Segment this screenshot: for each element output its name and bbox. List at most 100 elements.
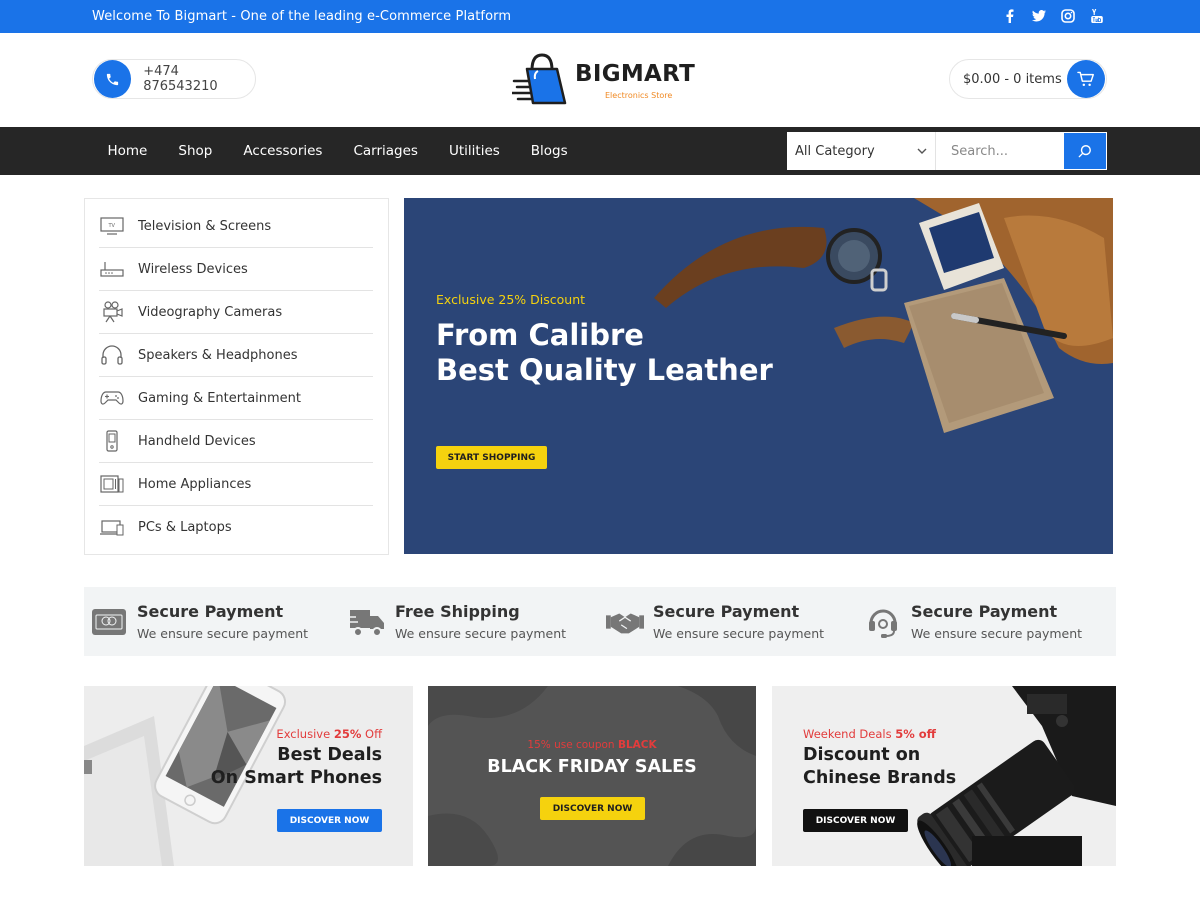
feature-title: Free Shipping: [395, 602, 520, 621]
nav-item-shop[interactable]: Shop: [163, 143, 228, 159]
handshake-icon: [606, 604, 644, 640]
promo-card-smartphones[interactable]: Exclusive 25% Off Best Deals On Smart Ph…: [84, 686, 413, 866]
feature-subtitle: We ensure secure payment: [395, 626, 567, 641]
sidebar-item-label: PCs & Laptops: [138, 520, 232, 535]
promo-title: Discount on Chinese Brands: [803, 744, 956, 790]
promo-eyebrow-pre: 15% use coupon: [527, 739, 618, 751]
phone-number: +474 876543210: [143, 64, 218, 94]
promo-eyebrow-highlight: BLACK: [617, 739, 657, 751]
facebook-icon[interactable]: [1003, 8, 1017, 24]
main-navigation: Home Shop Accessories Carriages Utilitie…: [0, 127, 1200, 175]
category-sidebar: TV Television & Screens Wireless Devices…: [84, 198, 389, 555]
support-headset-icon: [864, 604, 902, 640]
feature-title: Secure Payment: [653, 602, 800, 621]
credit-card-icon: [90, 604, 128, 640]
feature-item: Free Shipping We ensure secure payment: [342, 587, 592, 656]
search-button[interactable]: [1063, 132, 1107, 170]
search-input[interactable]: [936, 132, 1063, 170]
sidebar-item-label: Gaming & Entertainment: [138, 390, 302, 406]
start-shopping-button[interactable]: START SHOPPING: [436, 446, 547, 469]
promo-eyebrow: Exclusive 25% Off: [276, 727, 382, 741]
router-icon: [99, 258, 125, 280]
handheld-icon: [99, 430, 125, 452]
promo-title: BLACK FRIDAY SALES: [428, 756, 756, 779]
promo-title-line1: Best Deals: [277, 745, 382, 765]
sidebar-item-label: Handheld Devices: [138, 433, 256, 449]
sidebar-item-wireless[interactable]: Wireless Devices: [99, 248, 373, 291]
laptop-icon: [99, 517, 125, 539]
sidebar-item-gaming[interactable]: Gaming & Entertainment: [99, 377, 373, 420]
promo-title-line1: BLACK FRIDAY SALES: [487, 757, 697, 777]
sidebar-item-speakers[interactable]: Speakers & Headphones: [99, 334, 373, 377]
sidebar-item-television[interactable]: TV Television & Screens: [99, 205, 373, 248]
promo-card-chinese-brands[interactable]: Weekend Deals 5% off Discount on Chinese…: [772, 686, 1116, 866]
feature-item: Secure Payment We ensure secure payment: [84, 587, 334, 656]
video-camera-icon: [99, 301, 125, 323]
brand-tagline: Electronics Store: [605, 91, 673, 100]
hero-title-line1: From Calibre: [436, 318, 644, 352]
site-header: +474 876543210 BIGMART Electronics Store…: [0, 33, 1200, 127]
search-icon: [1078, 145, 1091, 158]
feature-title: Secure Payment: [911, 602, 1058, 621]
sidebar-item-label: Home Appliances: [138, 476, 252, 492]
youtube-icon[interactable]: [1090, 8, 1104, 24]
promo-eyebrow-highlight: 5% off: [895, 727, 936, 741]
cart-summary[interactable]: $0.00 - 0 items: [949, 59, 1107, 99]
sidebar-item-appliances[interactable]: Home Appliances: [99, 463, 373, 506]
sidebar-item-label: Speakers & Headphones: [138, 347, 298, 363]
sidebar-item-pcs[interactable]: PCs & Laptops: [99, 506, 373, 549]
appliance-icon: [99, 473, 125, 495]
category-select[interactable]: All Category: [787, 132, 936, 170]
phone-contact[interactable]: +474 876543210: [92, 59, 256, 99]
sidebar-item-handheld[interactable]: Handheld Devices: [99, 420, 373, 463]
discover-now-button[interactable]: DISCOVER NOW: [803, 809, 908, 832]
promo-title-line2: Chinese Brands: [803, 768, 957, 788]
sidebar-item-label: Wireless Devices: [138, 261, 248, 277]
hero-title-line2: Best Quality Leather: [436, 353, 773, 387]
tv-icon: TV: [99, 215, 125, 237]
nav-item-accessories[interactable]: Accessories: [228, 143, 338, 159]
nav-item-utilities[interactable]: Utilities: [433, 143, 515, 159]
cart-total: $0.00 - 0 items: [963, 71, 1062, 87]
hero-eyebrow: Exclusive 25% Discount: [436, 292, 586, 307]
nav-item-blogs[interactable]: Blogs: [515, 143, 583, 159]
gamepad-icon: [99, 387, 125, 409]
brand-name: BIGMART: [575, 61, 696, 87]
nav-menu: Home Shop Accessories Carriages Utilitie…: [92, 127, 583, 175]
promo-title-line2: On Smart Phones: [210, 768, 382, 788]
nav-item-home[interactable]: Home: [92, 143, 163, 159]
truck-icon: [348, 604, 386, 640]
feature-subtitle: We ensure secure payment: [137, 626, 309, 641]
promo-eyebrow-pre: Exclusive: [276, 727, 334, 741]
sidebar-item-label: Videography Cameras: [138, 304, 283, 320]
shopping-bag-logo-icon: [512, 53, 567, 105]
phone-icon: [94, 60, 132, 98]
chevron-down-icon: [917, 148, 927, 154]
discover-now-button[interactable]: DISCOVER NOW: [540, 797, 645, 820]
cart-icon[interactable]: [1067, 60, 1105, 98]
promo-eyebrow-pre: Weekend Deals: [803, 727, 896, 741]
twitter-icon[interactable]: [1032, 8, 1046, 24]
sidebar-item-label: Television & Screens: [138, 218, 272, 234]
feature-subtitle: We ensure secure payment: [911, 626, 1083, 641]
discover-now-button[interactable]: DISCOVER NOW: [277, 809, 382, 832]
feature-strip: Secure Payment We ensure secure payment …: [84, 587, 1116, 656]
instagram-icon[interactable]: [1061, 8, 1075, 24]
category-select-value: All Category: [795, 143, 875, 159]
promo-eyebrow-highlight: 25%: [333, 727, 362, 741]
svg-text:TV: TV: [108, 223, 116, 229]
promo-eyebrow: 15% use coupon BLACK: [428, 739, 756, 751]
headphones-icon: [99, 344, 125, 366]
promo-title: Best Deals On Smart Phones: [211, 744, 382, 790]
welcome-text: Welcome To Bigmart - One of the leading …: [92, 9, 512, 24]
promo-card-black-friday[interactable]: 15% use coupon BLACK BLACK FRIDAY SALES …: [428, 686, 756, 866]
promo-title-line1: Discount on: [803, 745, 921, 765]
site-logo[interactable]: BIGMART Electronics Store: [512, 51, 696, 109]
hero-title: From Calibre Best Quality Leather: [436, 318, 773, 388]
hero-banner: Exclusive 25% Discount From Calibre Best…: [404, 198, 1113, 554]
feature-item: Secure Payment We ensure secure payment: [600, 587, 850, 656]
sidebar-item-videography[interactable]: Videography Cameras: [99, 291, 373, 334]
promo-eyebrow: Weekend Deals 5% off: [803, 727, 936, 741]
social-links: [1003, 8, 1104, 24]
nav-item-carriages[interactable]: Carriages: [338, 143, 434, 159]
